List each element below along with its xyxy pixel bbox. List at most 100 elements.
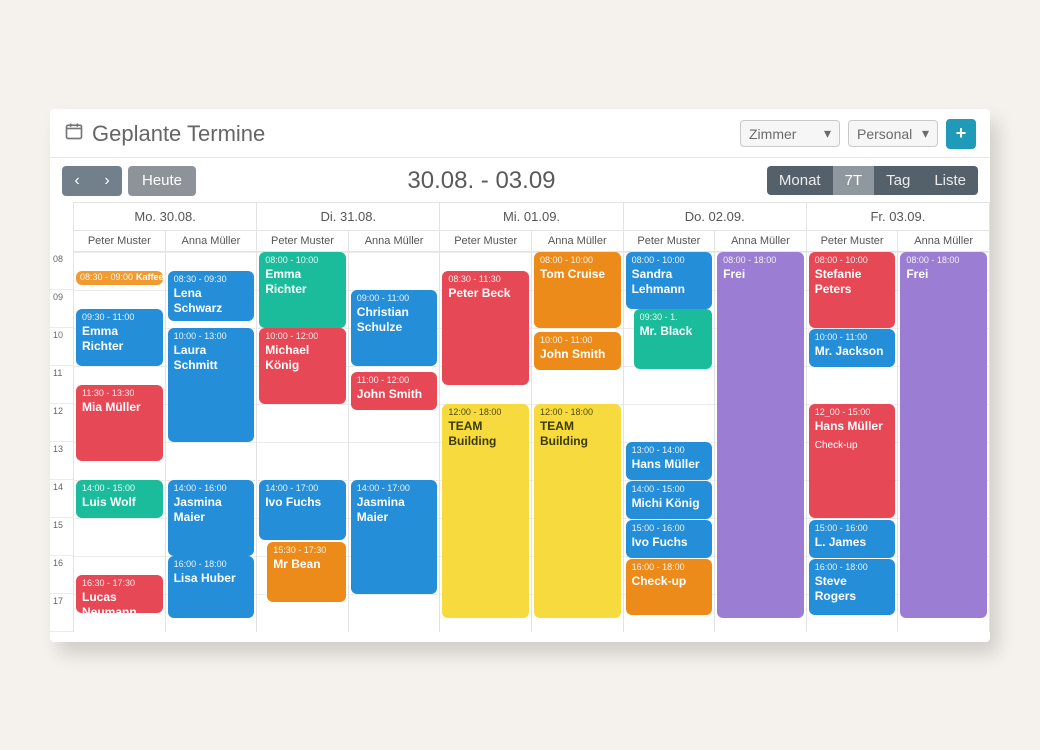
calendar-event[interactable]: 14:00 - 17:00Jasmina Maier [351, 480, 438, 594]
day-header: Di. 31.08. [257, 202, 440, 231]
event-title: TEAM Building [448, 419, 523, 449]
view-switch: Monat 7T Tag Liste [767, 166, 978, 195]
calendar-event[interactable]: 10:00 - 13:00Laura Schmitt [168, 328, 255, 442]
view-7t[interactable]: 7T [833, 166, 875, 195]
calendar-event[interactable]: 16:00 - 18:00Check-up [626, 559, 713, 615]
event-time: 13:00 - 14:00 [632, 445, 707, 456]
hour-label: 14 [50, 480, 73, 518]
person-header: Anna Müller [532, 231, 624, 252]
calendar-event[interactable]: 14:00 - 16:00Jasmina Maier [168, 480, 255, 556]
calendar-event[interactable]: 10:00 - 11:00Mr. Jackson [809, 329, 896, 367]
calendar-track: 09:00 - 11:00Christian Schulze 11:00 - 12… [349, 252, 441, 632]
event-time: 16:30 - 17:30 [82, 578, 157, 589]
event-title: Lucas Neumann [82, 590, 157, 613]
event-title: John Smith [540, 347, 615, 362]
calendar-event[interactable]: 12_00 - 15:00Hans MüllerCheck-up [809, 404, 896, 518]
toolbar: ‹ › Heute 30.08. - 03.09 Monat 7T Tag Li… [50, 158, 990, 202]
prev-button[interactable]: ‹ [62, 166, 92, 196]
calendar-event[interactable]: 08:30 - 11:30Peter Beck [442, 271, 529, 385]
person-header: Anna Müller [715, 231, 807, 252]
view-list[interactable]: Liste [922, 166, 978, 195]
event-time: 11:30 - 13:30 [82, 388, 157, 399]
calendar-event[interactable]: 09:30 - 1.Mr. Black [634, 309, 713, 369]
event-title: Hans Müller [632, 457, 707, 472]
calendar-event[interactable]: 16:30 - 17:30Lucas Neumann [76, 575, 163, 613]
calendar-event[interactable]: 08:00 - 18:00Frei [900, 252, 987, 618]
calendar-app: Geplante Termine Zimmer ▾ Personal ▾ + ‹ [50, 109, 990, 642]
calendar-event[interactable]: 11:00 - 12:00John Smith [351, 372, 438, 410]
event-time: 12_00 - 15:00 [815, 407, 890, 418]
hour-label: 08 [50, 252, 73, 290]
calendar-event[interactable]: 11:30 - 13:30Mia Müller [76, 385, 163, 461]
titlebar: Geplante Termine Zimmer ▾ Personal ▾ + [50, 109, 990, 158]
calendar-event[interactable]: 08:00 - 10:00Sandra Lehmann [626, 252, 713, 309]
event-title: Michael König [265, 343, 340, 373]
today-button[interactable]: Heute [128, 166, 196, 196]
calendar-event[interactable]: 13:00 - 14:00Hans Müller [626, 442, 713, 480]
calendar-event[interactable]: 16:00 - 18:00Steve Rogers [809, 559, 896, 615]
event-title: Check-up [632, 574, 707, 589]
personal-dropdown[interactable]: Personal ▾ [848, 120, 938, 147]
view-day[interactable]: Tag [874, 166, 922, 195]
person-header: Anna Müller [898, 231, 990, 252]
calendar-event[interactable]: 08:00 - 10:00Emma Richter [259, 252, 346, 328]
event-time: 10:00 - 12:00 [265, 331, 340, 342]
person-header: Peter Muster [624, 231, 716, 252]
calendar-event[interactable]: 12:00 - 18:00TEAM Building [534, 404, 621, 618]
calendar-event[interactable]: 14:00 - 15:00Michi König [626, 481, 713, 519]
calendar-event[interactable]: 08:30 - 09:00Kaffee [76, 271, 163, 285]
calendar-event[interactable]: 08:00 - 18:00Frei [717, 252, 804, 618]
plus-icon: + [956, 123, 967, 144]
calendar-event[interactable]: 09:00 - 11:00Christian Schulze [351, 290, 438, 366]
page-title: Geplante Termine [92, 121, 265, 147]
tracks-area: 08:30 - 09:00Kaffee 09:30 - 11:00Emma Ric… [74, 252, 990, 632]
zimmer-dropdown[interactable]: Zimmer ▾ [740, 120, 840, 147]
person-header: Peter Muster [440, 231, 532, 252]
event-title: Steve Rogers [815, 574, 890, 604]
calendar-event[interactable]: 12:00 - 18:00TEAM Building [442, 404, 529, 618]
event-time: 08:00 - 18:00 [723, 255, 798, 266]
person-header: Peter Muster [807, 231, 899, 252]
event-time: 10:00 - 11:00 [815, 332, 890, 343]
calendar-event[interactable]: 08:00 - 10:00Stefanie Peters [809, 252, 896, 328]
calendar-event[interactable]: 10:00 - 11:00John Smith [534, 332, 621, 370]
calendar-event[interactable]: 08:30 - 09:30Lena Schwarz [168, 271, 255, 321]
calendar-event[interactable]: 15:00 - 16:00Ivo Fuchs [626, 520, 713, 558]
calendar-event[interactable]: 09:30 - 11:00Emma Richter [76, 309, 163, 366]
event-title: Christian Schulze [357, 305, 432, 335]
day-header: Mi. 01.09. [440, 202, 623, 231]
day-header: Mo. 30.08. [74, 202, 257, 231]
hour-label: 12 [50, 404, 73, 442]
event-title: John Smith [357, 387, 432, 402]
calendar-event[interactable]: 14:00 - 15:00Luis Wolf [76, 480, 163, 518]
calendar-event[interactable]: 08:00 - 10:00Tom Cruise [534, 252, 621, 328]
today-label: Heute [142, 172, 182, 189]
calendar-track: 08:30 - 09:30Lena Schwarz 10:00 - 13:00La… [166, 252, 258, 632]
grid-body: 08091011121314151617 08:30 - 09:00Kaffee… [50, 252, 990, 632]
view-month[interactable]: Monat [767, 166, 833, 195]
person-header-row: Peter MusterAnna MüllerPeter MusterAnna … [50, 231, 990, 252]
event-time: 14:00 - 16:00 [174, 483, 249, 494]
event-time: 15:00 - 16:00 [815, 523, 890, 534]
event-title: Emma Richter [82, 324, 157, 354]
event-title: Jasmina Maier [174, 495, 249, 525]
calendar-event[interactable]: 14:00 - 17:00Ivo Fuchs [259, 480, 346, 540]
event-title: Luis Wolf [82, 495, 157, 510]
hour-label: 13 [50, 442, 73, 480]
next-button[interactable]: › [92, 166, 122, 196]
calendar-event[interactable]: 15:30 - 17:30Mr Bean [267, 542, 346, 602]
event-title: Emma Richter [265, 267, 340, 297]
calendar-event[interactable]: 10:00 - 12:00Michael König [259, 328, 346, 404]
calendar-event[interactable]: 15:00 - 16:00L. James [809, 520, 896, 558]
toolbar-left: ‹ › Heute [62, 166, 196, 196]
person-header: Anna Müller [349, 231, 441, 252]
chevron-right-icon: › [104, 172, 109, 190]
add-button[interactable]: + [946, 119, 976, 149]
event-time: 14:00 - 17:00 [357, 483, 432, 494]
hours-column: 08091011121314151617 [50, 252, 74, 632]
calendar-event[interactable]: 16:00 - 18:00Lisa Huber [168, 556, 255, 618]
event-time: 15:00 - 16:00 [632, 523, 707, 534]
event-time: 08:00 - 10:00 [265, 255, 340, 266]
calendar-track: 08:30 - 09:00Kaffee 09:30 - 11:00Emma Ric… [74, 252, 166, 632]
chevron-left-icon: ‹ [74, 172, 79, 190]
